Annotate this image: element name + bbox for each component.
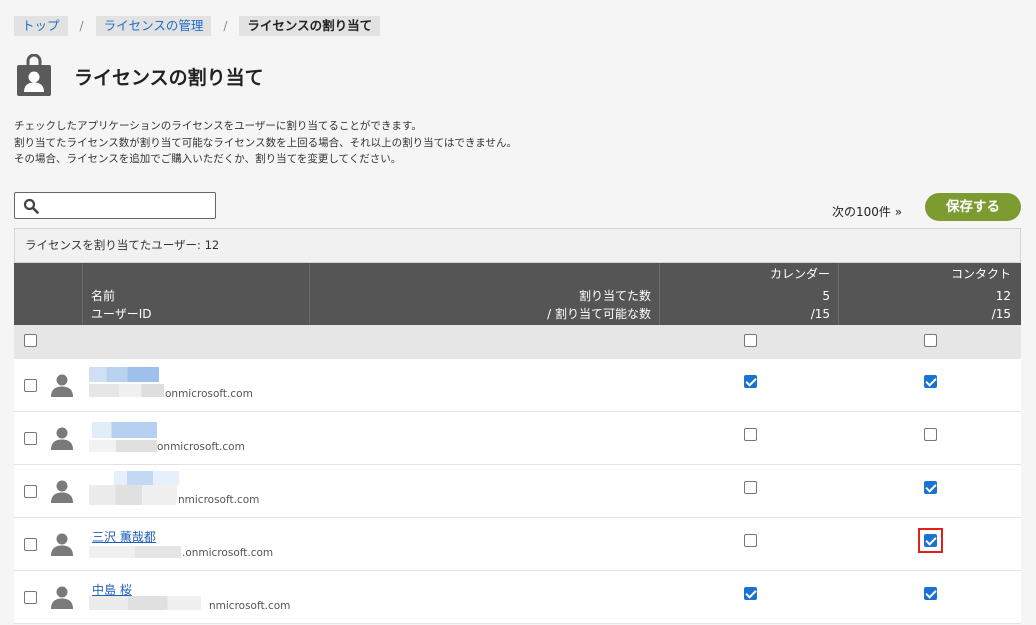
table-row: 中島 桜 nmicrosoft.com	[14, 571, 1021, 624]
breadcrumb-current: ライセンスの割り当て	[239, 16, 381, 36]
redacted-id	[89, 596, 201, 610]
breadcrumb-separator: /	[79, 19, 84, 33]
header-assigned: 割り当てた数 / 割り当て可能な数	[547, 287, 651, 323]
calendar-license-checkbox[interactable]	[744, 375, 757, 388]
assigned-user-count: ライセンスを割り当てたユーザー: 12	[14, 228, 1021, 263]
table-row: onmicrosoft.com	[14, 359, 1021, 412]
select-all-users-checkbox[interactable]	[24, 334, 37, 347]
search-input[interactable]	[14, 192, 216, 219]
app-total: /15	[810, 307, 830, 321]
user-avatar-icon	[51, 533, 73, 556]
contact-license-checkbox[interactable]	[924, 428, 937, 441]
redacted-id	[89, 546, 181, 558]
calendar-license-checkbox[interactable]	[744, 587, 757, 600]
header-assigned-label: 割り当てた数	[578, 289, 651, 303]
user-name-link[interactable]: 三沢 薫哉都	[92, 528, 156, 545]
row-select-checkbox[interactable]	[24, 538, 37, 551]
contact-license-checkbox[interactable]	[924, 375, 937, 388]
user-avatar-icon	[51, 480, 73, 503]
user-id: nmicrosoft.com	[178, 494, 260, 506]
redacted-id	[89, 485, 177, 505]
table-row: nmicrosoft.com	[14, 465, 1021, 518]
search-icon	[23, 198, 39, 214]
page-description: チェックしたアプリケーションのライセンスをユーザーに割り当てることができます。 …	[14, 118, 517, 168]
breadcrumb-license-management-link[interactable]: ライセンスの管理	[95, 16, 212, 36]
table-row: 三沢 薫哉都 .onmicrosoft.com	[14, 518, 1021, 571]
header-app-calendar: カレンダー 5 /15	[650, 265, 830, 323]
app-assigned: 5	[822, 289, 830, 303]
redacted-id	[89, 384, 164, 397]
next-page-link[interactable]: 次の100件 »	[832, 203, 902, 220]
select-all-contact-checkbox[interactable]	[924, 334, 937, 347]
header-name: 名前 ユーザーID	[91, 287, 152, 323]
contact-license-checkbox[interactable]	[924, 587, 937, 600]
license-bag-icon	[17, 54, 51, 96]
user-avatar-icon	[51, 374, 73, 397]
license-table: ライセンスを割り当てたユーザー: 12 名前 ユーザーID 割り当てた数 / 割…	[14, 228, 1021, 624]
app-total: /15	[991, 307, 1011, 321]
redacted-id	[89, 440, 157, 452]
save-button[interactable]: 保存する	[925, 193, 1021, 221]
redacted-name	[89, 367, 159, 382]
user-avatar-icon	[51, 427, 73, 450]
app-name: コンタクト	[950, 267, 1011, 281]
row-select-checkbox[interactable]	[24, 591, 37, 604]
description-line: その場合、ライセンスを追加でご購入いただくか、割り当てを変更してください。	[14, 153, 402, 165]
breadcrumb-top-link[interactable]: トップ	[14, 16, 68, 36]
page-title: ライセンスの割り当て	[74, 66, 264, 89]
contact-license-checkbox[interactable]	[924, 534, 937, 547]
calendar-license-checkbox[interactable]	[744, 481, 757, 494]
app-name: カレンダー	[769, 267, 830, 281]
select-all-row	[14, 325, 1021, 359]
breadcrumb-separator: /	[223, 19, 228, 33]
header-assignable-label: / 割り当て可能な数	[547, 307, 651, 321]
calendar-license-checkbox[interactable]	[744, 534, 757, 547]
contact-license-checkbox[interactable]	[924, 481, 937, 494]
row-select-checkbox[interactable]	[24, 379, 37, 392]
select-all-calendar-checkbox[interactable]	[744, 334, 757, 347]
row-select-checkbox[interactable]	[24, 432, 37, 445]
user-id: nmicrosoft.com	[209, 600, 291, 612]
table-header: 名前 ユーザーID 割り当てた数 / 割り当て可能な数 カレンダー 5 /15 …	[14, 263, 1021, 325]
user-id: onmicrosoft.com	[165, 388, 253, 400]
redacted-name	[92, 422, 157, 438]
app-assigned: 12	[995, 289, 1011, 303]
description-line: 割り当てたライセンス数が割り当て可能なライセンス数を上回る場合、それ以上の割り当…	[14, 136, 518, 149]
description-line: チェックしたアプリケーションのライセンスをユーザーに割り当てることができます。	[14, 120, 422, 132]
header-app-contact: コンタクト 12 /15	[831, 265, 1011, 323]
user-id: onmicrosoft.com	[157, 441, 245, 453]
user-id: .onmicrosoft.com	[182, 547, 274, 559]
calendar-license-checkbox[interactable]	[744, 428, 757, 441]
header-user-id-label: ユーザーID	[91, 307, 152, 321]
redacted-name	[114, 471, 179, 485]
page-header: ライセンスの割り当て	[14, 54, 264, 98]
row-select-checkbox[interactable]	[24, 485, 37, 498]
breadcrumb: トップ / ライセンスの管理 / ライセンスの割り当て	[14, 16, 381, 36]
user-avatar-icon	[51, 586, 73, 609]
table-row: onmicrosoft.com	[14, 412, 1021, 465]
header-name-label: 名前	[91, 289, 116, 303]
